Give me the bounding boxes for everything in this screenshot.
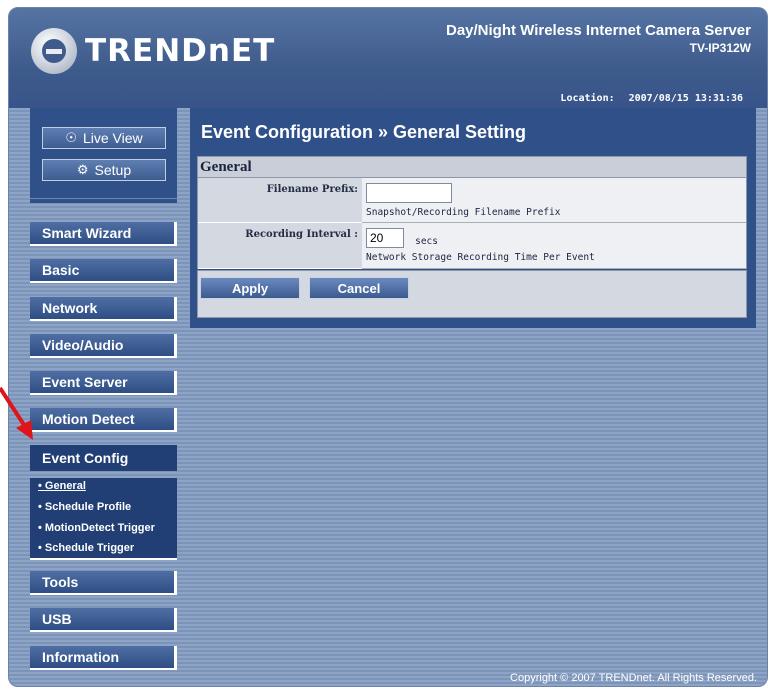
submenu-item-motiondetect-trigger[interactable]: • MotionDetect Trigger: [38, 522, 155, 534]
submenu-label: Schedule Trigger: [44, 542, 135, 554]
live-view-label: Live View: [82, 130, 143, 146]
filename-prefix-row: Filename Prefix: Snapshot/Recording File…: [197, 178, 747, 223]
page-title: Event Configuration » General Setting: [201, 122, 527, 142]
header-banner: TRENDnET Day/Night Wireless Internet Cam…: [9, 8, 767, 108]
recording-interval-input[interactable]: [366, 227, 404, 248]
nav-usb[interactable]: USB: [30, 608, 177, 632]
submenu-item-schedule-trigger[interactable]: • Schedule Trigger: [38, 542, 134, 554]
brand-name: TRENDnET: [85, 33, 276, 69]
recording-interval-label: Recording Interval :: [198, 223, 362, 269]
view-mode-box: ☉ Live View ⚙ Setup: [30, 108, 177, 203]
button-bar: Apply Cancel: [197, 270, 747, 318]
submenu-label: MotionDetect Trigger: [44, 522, 155, 534]
recording-interval-unit: secs: [415, 236, 438, 247]
cancel-button[interactable]: Cancel: [309, 277, 409, 299]
nav-smart-wizard[interactable]: Smart Wizard: [30, 222, 177, 246]
settings-panel: Event Configuration » General Setting Ge…: [190, 108, 756, 328]
live-view-button[interactable]: ☉ Live View: [42, 127, 166, 149]
submenu-item-schedule-profile[interactable]: • Schedule Profile: [38, 501, 131, 513]
location-label: Location:: [560, 93, 615, 104]
section-header: General: [197, 156, 747, 178]
event-config-submenu: • General • Schedule Profile • MotionDet…: [30, 478, 177, 560]
trendnet-logo: TRENDnET: [31, 26, 275, 76]
submenu-label: Schedule Profile: [44, 501, 132, 513]
product-model: TV-IP312W: [689, 41, 751, 55]
recording-interval-hint: Network Storage Recording Time Per Event: [366, 251, 595, 263]
submenu-label: General: [44, 480, 86, 492]
red-arrow-icon: [0, 386, 33, 440]
eye-icon: ☉: [65, 130, 77, 145]
product-info: Day/Night Wireless Internet Camera Serve…: [446, 22, 751, 55]
setup-label: Setup: [94, 162, 132, 178]
apply-button[interactable]: Apply: [200, 277, 300, 299]
nav-network[interactable]: Network: [30, 297, 177, 321]
filename-prefix-hint: Snapshot/Recording Filename Prefix: [366, 207, 561, 218]
recording-interval-cell: secs Network Storage Recording Time Per …: [362, 223, 746, 269]
nav-information[interactable]: Information: [30, 646, 177, 670]
nav-tools[interactable]: Tools: [30, 571, 177, 595]
nav-event-server[interactable]: Event Server: [30, 371, 177, 395]
product-name: Day/Night Wireless Internet Camera Serve…: [446, 22, 751, 39]
location-datetime: Location: 2007/08/15 13:31:36: [560, 93, 743, 104]
gear-icon: ⚙: [76, 162, 89, 177]
divider: [30, 198, 177, 199]
datetime-value: 2007/08/15 13:31:36: [628, 93, 743, 104]
camera-web-frame: TRENDnET Day/Night Wireless Internet Cam…: [8, 7, 768, 687]
nav-basic[interactable]: Basic: [30, 259, 177, 283]
nav-video-audio[interactable]: Video/Audio: [30, 334, 177, 358]
filename-prefix-label: Filename Prefix:: [198, 178, 362, 223]
setup-button[interactable]: ⚙ Setup: [42, 159, 166, 181]
submenu-item-general[interactable]: • General: [38, 480, 86, 492]
filename-prefix-cell: Snapshot/Recording Filename Prefix: [362, 178, 746, 223]
filename-prefix-input[interactable]: [366, 183, 452, 203]
nav-event-config[interactable]: Event Config: [30, 445, 177, 471]
nav-motion-detect[interactable]: Motion Detect: [30, 408, 177, 432]
trendnet-logo-icon: [31, 28, 77, 74]
recording-interval-row: Recording Interval : secs Network Storag…: [197, 223, 747, 269]
copyright-text: Copyright © 2007 TRENDnet. All Rights Re…: [510, 672, 757, 684]
